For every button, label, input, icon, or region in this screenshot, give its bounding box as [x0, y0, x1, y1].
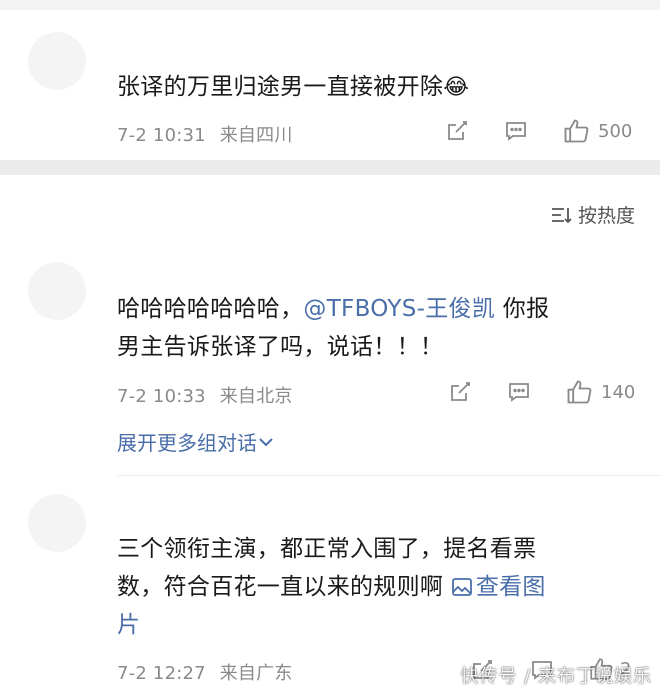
separator — [0, 160, 660, 175]
comment-body-tail: 你报 — [495, 296, 550, 322]
top-separator — [0, 0, 660, 10]
comment-body: 三个领衔主演，都正常入围了，提名看票 — [117, 536, 537, 562]
comment-card-1: 张译的万里归途男一直接被开除😂 7-2 10:31 来自四川 500 — [0, 10, 660, 160]
comment-meta: 7-2 12:27 来自广东 — [117, 659, 293, 685]
comment-button[interactable] — [507, 380, 531, 404]
avatar[interactable] — [28, 262, 86, 320]
expand-thread-link[interactable]: 展开更多组对话 — [117, 427, 275, 456]
expand-label: 展开更多组对话 — [117, 431, 257, 455]
share-icon — [451, 382, 470, 401]
like-count: 500 — [598, 120, 633, 142]
chevron-down-icon — [259, 437, 273, 446]
image-icon — [451, 578, 472, 596]
watermark: 快传号 / 来布丁说娱乐 — [460, 666, 652, 687]
comment-time: 7-2 10:33 — [117, 386, 206, 407]
avatar[interactable] — [28, 494, 86, 552]
comment-card-2: 哈哈哈哈哈哈哈，@TFBOYS-王俊凯 你报 男主告诉张译了吗，说话！！！ 7-… — [0, 240, 660, 465]
sort-icon — [551, 207, 572, 223]
like-count: 140 — [601, 381, 636, 403]
thumbs-up-icon — [564, 119, 589, 143]
sort-label: 按热度 — [577, 205, 635, 227]
comment-body-line2: 男主告诉张译了吗，说话！！！ — [117, 334, 444, 360]
sort-toggle[interactable]: 按热度 — [550, 201, 635, 228]
avatar[interactable] — [28, 32, 86, 90]
share-button[interactable] — [448, 380, 472, 404]
thumbs-up-icon — [567, 380, 592, 404]
comment-text: 三个领衔主演，都正常入围了，提名看票 数，符合百花一直以来的规则啊 查看图片 — [117, 530, 632, 644]
share-button[interactable] — [445, 119, 469, 143]
comment-text: 哈哈哈哈哈哈哈，@TFBOYS-王俊凯 你报 男主告诉张译了吗，说话！！！ — [117, 290, 632, 366]
comment-icon — [506, 122, 526, 141]
comment-body: 张译的万里归途男一直接被开除 — [117, 74, 444, 100]
like-button[interactable]: 500 — [562, 117, 632, 145]
mention-link[interactable]: @TFBOYS-王俊凯 — [303, 296, 495, 322]
comment-card-3: 三个领衔主演，都正常入围了，提名看票 数，符合百花一直以来的规则啊 查看图片 7… — [0, 476, 660, 692]
comment-text: 张译的万里归途男一直接被开除😂 — [117, 68, 632, 107]
comment-time: 7-2 10:31 — [117, 125, 206, 146]
comment-location: 来自广东 — [219, 663, 293, 684]
share-icon — [448, 121, 467, 140]
comment-time: 7-2 12:27 — [117, 663, 206, 684]
comment-location: 来自北京 — [219, 386, 293, 407]
laugh-cry-emoji-icon: 😂 — [443, 75, 470, 100]
comment-icon — [509, 383, 529, 402]
comment-body-line2: 数，符合百花一直以来的规则啊 — [117, 574, 451, 600]
comment-location: 来自四川 — [219, 125, 293, 146]
view-image-label: 查看图 — [475, 574, 546, 600]
comment-meta: 7-2 10:31 来自四川 — [117, 121, 293, 147]
comment-meta: 7-2 10:33 来自北京 — [117, 382, 293, 408]
comment-body: 哈哈哈哈哈哈哈， — [117, 296, 304, 322]
comment-button[interactable] — [504, 119, 528, 143]
view-image-label-tail: 片 — [117, 612, 141, 638]
like-button[interactable]: 140 — [565, 378, 635, 406]
